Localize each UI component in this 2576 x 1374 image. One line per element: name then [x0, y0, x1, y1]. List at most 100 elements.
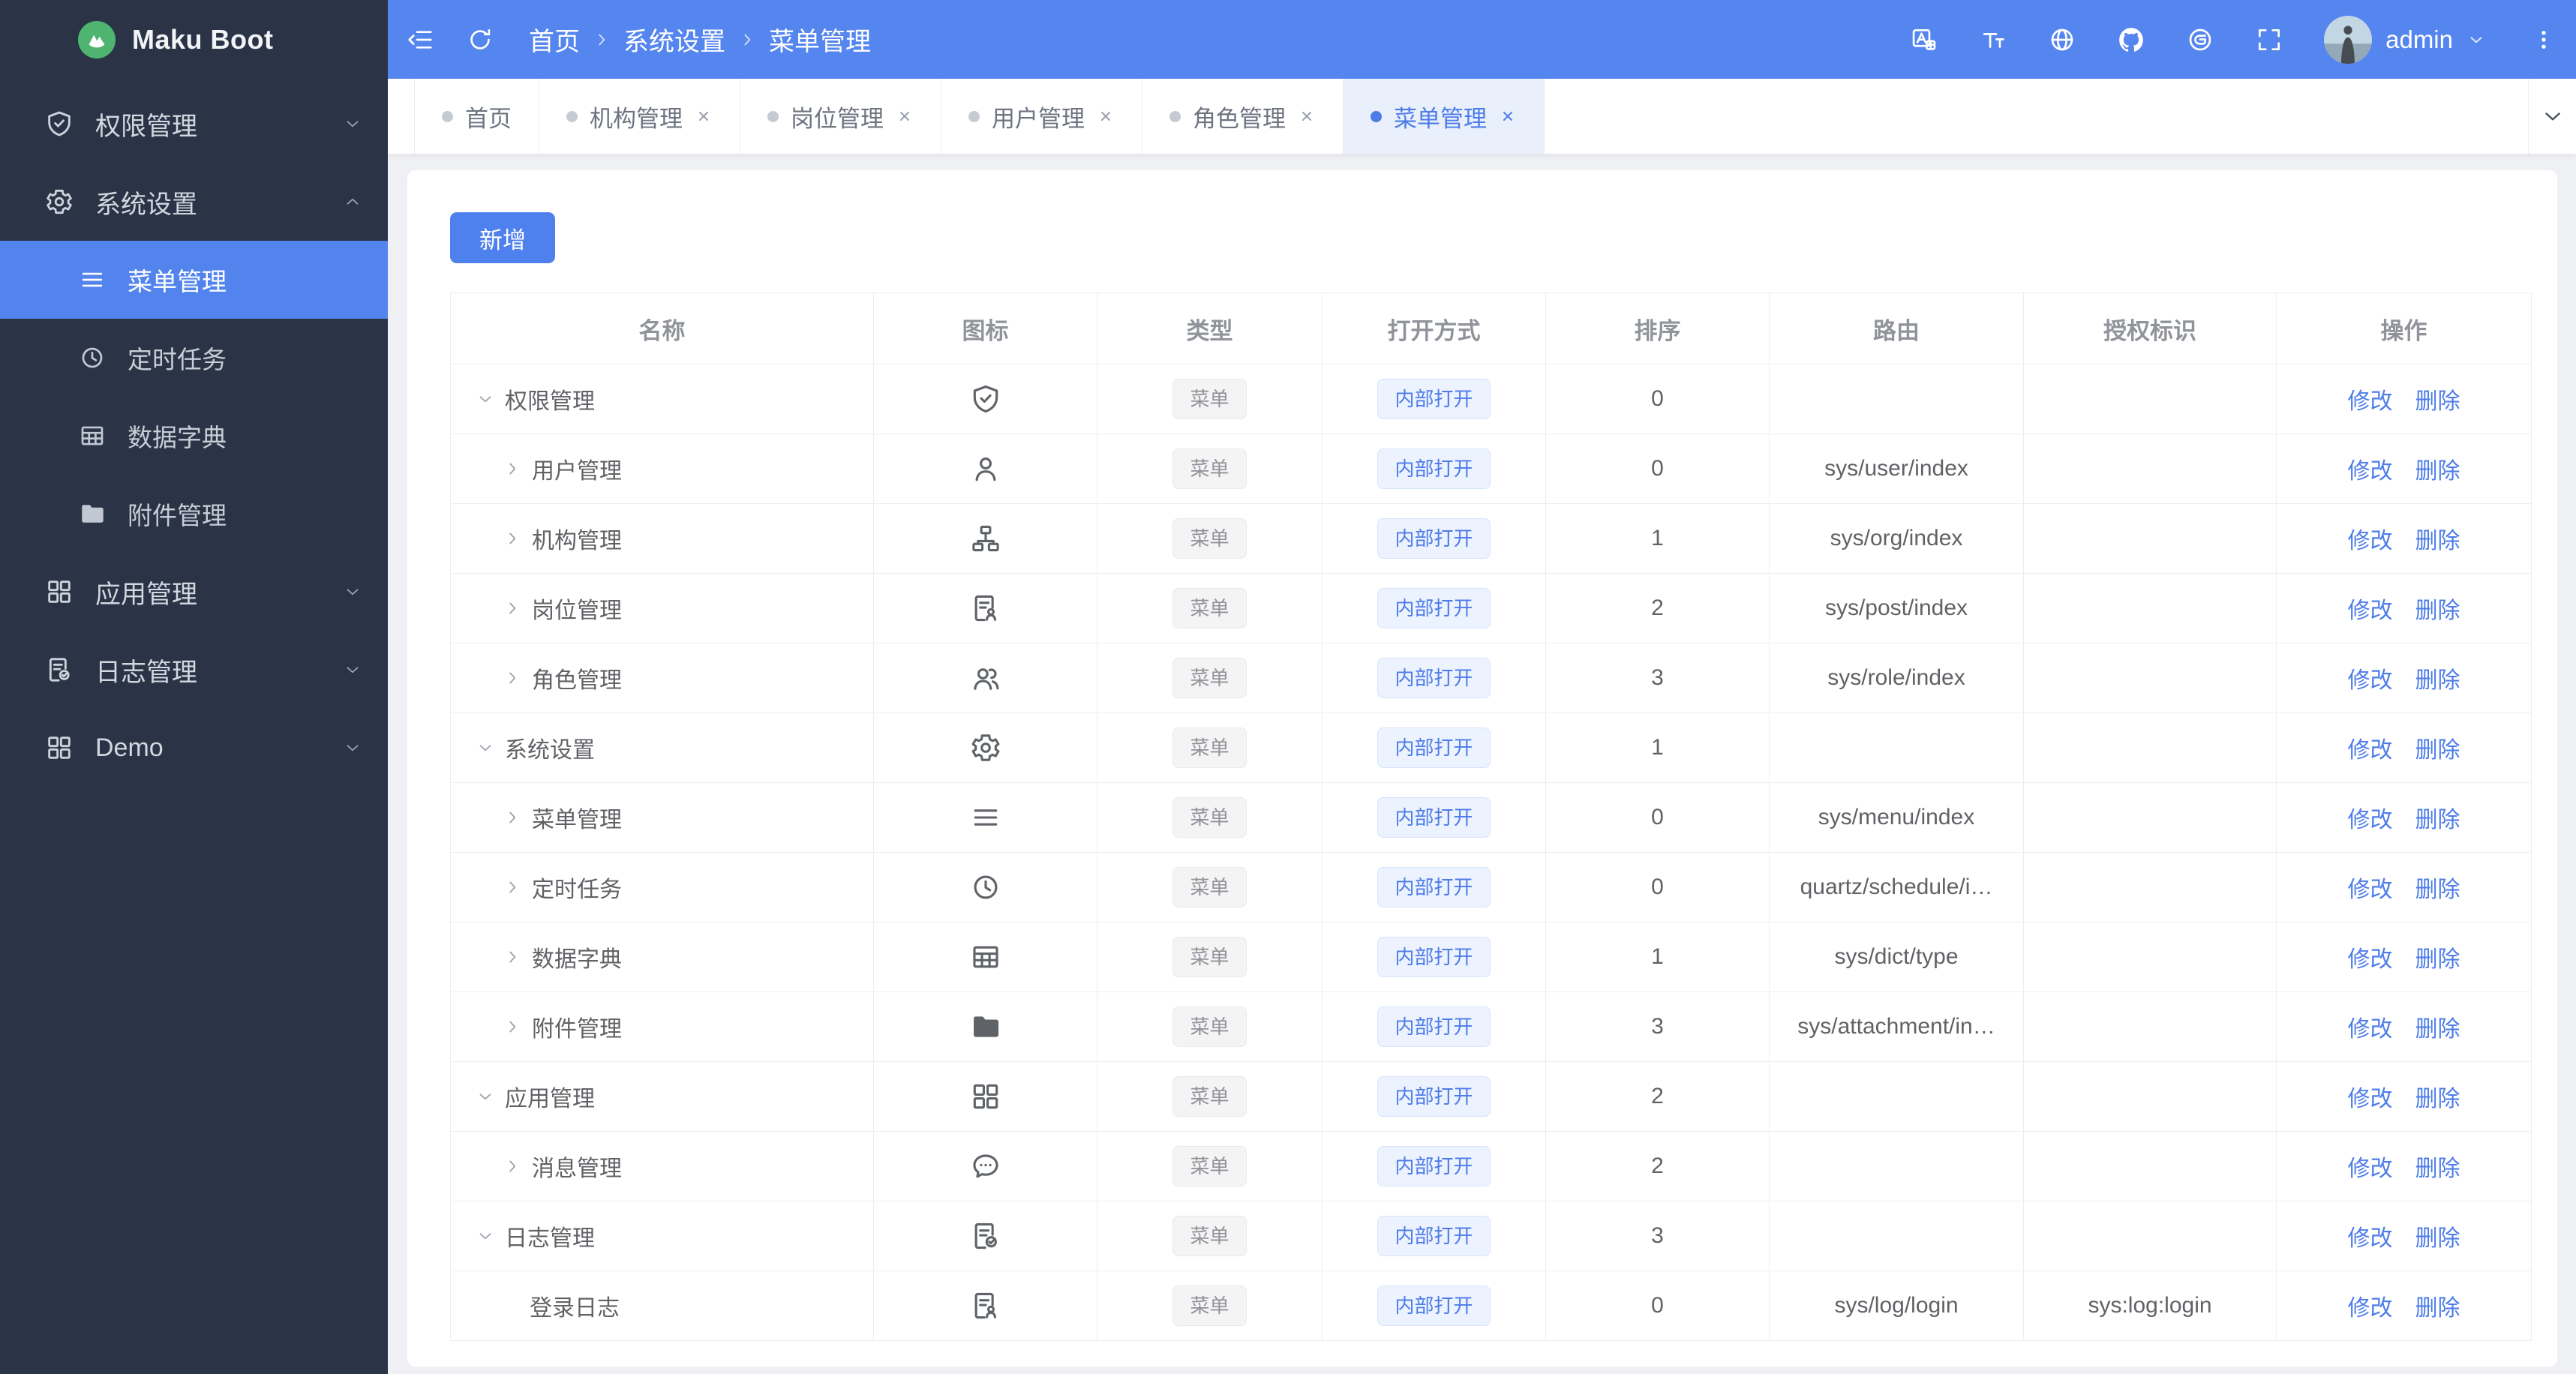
tabs-dropdown-button[interactable] [2528, 79, 2576, 154]
open-mode-cell: 内部打开 [1323, 783, 1546, 853]
ops-cell: 修改 删除 [2277, 783, 2531, 853]
header-gitee-button[interactable] [2186, 26, 2214, 54]
tree-toggle-icon[interactable] [476, 1087, 495, 1106]
tree-toggle-icon[interactable] [476, 738, 495, 758]
icon-cell [874, 1062, 1097, 1132]
type-tag: 菜单 [1172, 588, 1247, 628]
tree-toggle-icon[interactable] [503, 1156, 522, 1176]
menu-name: 数据字典 [532, 947, 622, 972]
grid-table-icon [969, 940, 1002, 974]
perm-cell: sys:log:login [2024, 1271, 2277, 1341]
edit-link[interactable]: 修改 [2348, 662, 2393, 694]
table-row-user: 用户管理 菜单 内部打开 0 sys/user/index 修改 删除 [451, 434, 2531, 504]
table-row-app: 应用管理 菜单 内部打开 2 修改 删除 [451, 1062, 2531, 1132]
perm-cell [2024, 922, 2277, 992]
edit-link[interactable]: 修改 [2348, 871, 2393, 904]
tab-close-icon[interactable] [1298, 107, 1316, 125]
tab-label: 岗位管理 [791, 105, 884, 132]
perm-cell [2024, 1062, 2277, 1132]
settings-kebab-button[interactable] [2531, 27, 2556, 52]
github-icon [2117, 26, 2145, 54]
grid-icon [44, 577, 74, 607]
breadcrumb-item[interactable]: 系统设置 [623, 21, 725, 58]
delete-link[interactable]: 删除 [2415, 940, 2460, 974]
refresh-button[interactable] [466, 26, 494, 54]
tree-toggle-icon[interactable] [503, 947, 522, 967]
menu-management-panel: 新增 名称 图标 类型 打开方式 排序 路由 授权标识 操作 权限管理 菜单 内部打开 0 修改 删除 用户… [407, 170, 2557, 1366]
open-mode-tag: 内部打开 [1377, 518, 1491, 559]
edit-link[interactable]: 修改 [2348, 452, 2393, 485]
tree-toggle-icon[interactable] [503, 1017, 522, 1036]
breadcrumb-item[interactable]: 首页 [529, 21, 580, 58]
sidebar-item-log-management[interactable]: 日志管理 [0, 631, 388, 709]
delete-link[interactable]: 删除 [2415, 522, 2460, 555]
header-github-button[interactable] [2117, 26, 2145, 54]
tab-role-management[interactable]: 角色管理 [1142, 79, 1344, 154]
tab-post-management[interactable]: 岗位管理 [740, 79, 941, 154]
icon-cell [874, 1202, 1097, 1271]
edit-link[interactable]: 修改 [2348, 1289, 2393, 1322]
sidebar-collapse-button[interactable] [406, 26, 434, 54]
user-menu[interactable]: admin [2324, 16, 2486, 64]
sidebar-item-demo[interactable]: Demo [0, 709, 388, 787]
edit-link[interactable]: 修改 [2348, 801, 2393, 834]
edit-link[interactable]: 修改 [2348, 522, 2393, 555]
delete-link[interactable]: 删除 [2415, 871, 2460, 904]
tab-org-management[interactable]: 机构管理 [539, 79, 740, 154]
tab-label: 首页 [465, 105, 512, 132]
edit-link[interactable]: 修改 [2348, 592, 2393, 625]
delete-link[interactable]: 删除 [2415, 662, 2460, 694]
delete-link[interactable]: 删除 [2415, 1080, 2460, 1113]
tab-menu-management[interactable]: 菜单管理 [1344, 79, 1545, 154]
edit-link[interactable]: 修改 [2348, 382, 2393, 416]
top-header: 首页 系统设置 菜单管理 admin [388, 0, 2576, 79]
name-cell: 应用管理 [451, 1062, 874, 1132]
edit-link[interactable]: 修改 [2348, 731, 2393, 764]
sidebar-item-app-management[interactable]: 应用管理 [0, 553, 388, 631]
tab-user-management[interactable]: 用户管理 [941, 79, 1142, 154]
sidebar-item-permission-management[interactable]: 权限管理 [0, 85, 388, 163]
tree-toggle-icon[interactable] [503, 598, 522, 618]
delete-link[interactable]: 删除 [2415, 1150, 2460, 1183]
delete-link[interactable]: 删除 [2415, 592, 2460, 625]
header-translate-button[interactable] [1910, 26, 1938, 54]
sidebar-item-menu-management[interactable]: 菜单管理 [0, 241, 388, 319]
tree-toggle-icon[interactable] [503, 668, 522, 688]
tab-close-icon[interactable] [1097, 107, 1115, 125]
ops-cell: 修改 删除 [2277, 1132, 2531, 1202]
edit-link[interactable]: 修改 [2348, 1220, 2393, 1252]
tree-toggle-icon[interactable] [503, 529, 522, 548]
sidebar-item-attachment-management[interactable]: 附件管理 [0, 475, 388, 553]
delete-link[interactable]: 删除 [2415, 1010, 2460, 1043]
delete-link[interactable]: 删除 [2415, 452, 2460, 485]
tab-close-icon[interactable] [1499, 107, 1517, 125]
name-cell: 定时任务 [451, 853, 874, 922]
add-button[interactable]: 新增 [450, 212, 555, 263]
tab-close-icon[interactable] [695, 107, 713, 125]
tree-toggle-icon[interactable] [476, 389, 495, 409]
edit-link[interactable]: 修改 [2348, 1150, 2393, 1183]
header-globe-button[interactable] [2048, 26, 2076, 54]
name-cell: 附件管理 [451, 992, 874, 1062]
table-row-login-log: 登录日志 菜单 内部打开 0 sys/log/login sys:log:login 修改删… [451, 1271, 2531, 1341]
tree-toggle-icon[interactable] [476, 1226, 495, 1246]
header-fontsize-button[interactable] [1979, 26, 2007, 54]
sidebar-item-data-dictionary[interactable]: 数据字典 [0, 397, 388, 475]
sidebar-item-system-settings[interactable]: 系统设置 [0, 163, 388, 241]
tree-toggle-icon[interactable] [503, 459, 522, 478]
delete-link[interactable]: 删除 [2415, 1289, 2460, 1322]
tab-home[interactable]: 首页 [414, 79, 539, 154]
breadcrumb-item[interactable]: 菜单管理 [769, 21, 871, 58]
delete-link[interactable]: 删除 [2415, 1220, 2460, 1252]
edit-link[interactable]: 修改 [2348, 1080, 2393, 1113]
sidebar-item-scheduled-tasks[interactable]: 定时任务 [0, 319, 388, 397]
tab-close-icon[interactable] [896, 107, 914, 125]
edit-link[interactable]: 修改 [2348, 1010, 2393, 1043]
delete-link[interactable]: 删除 [2415, 731, 2460, 764]
tree-toggle-icon[interactable] [503, 878, 522, 897]
header-full-button[interactable] [2255, 26, 2283, 54]
tree-toggle-icon[interactable] [503, 808, 522, 827]
edit-link[interactable]: 修改 [2348, 940, 2393, 974]
delete-link[interactable]: 删除 [2415, 801, 2460, 834]
delete-link[interactable]: 删除 [2415, 382, 2460, 416]
